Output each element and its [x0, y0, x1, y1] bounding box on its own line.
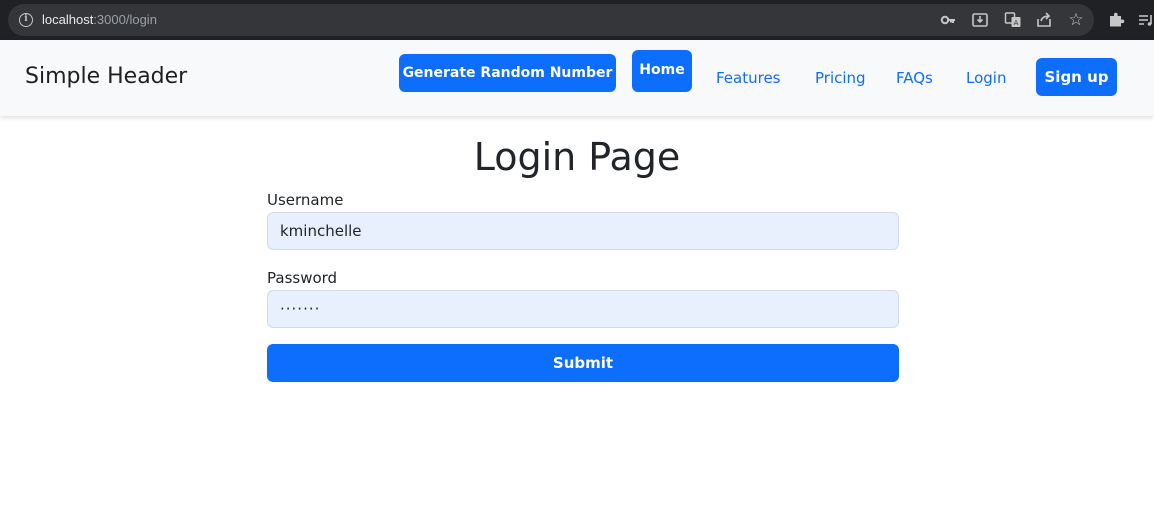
address-bar[interactable]	[8, 4, 1094, 36]
nav-link-features[interactable]: Features	[716, 68, 781, 88]
nav-link-faqs[interactable]: FAQs	[896, 68, 933, 88]
browser-toolbar: i localhost:3000/login A ☆	[0, 0, 1154, 40]
password-input[interactable]: ·······	[267, 290, 899, 328]
username-input[interactable]: kminchelle	[267, 212, 899, 250]
submit-button[interactable]: Submit	[267, 344, 899, 382]
password-label: Password	[267, 269, 338, 287]
brand-title[interactable]: Simple Header	[25, 62, 187, 92]
translate-icon[interactable]: A	[1003, 10, 1023, 30]
url-text[interactable]: localhost:3000/login	[42, 11, 157, 29]
page-title: Login Page	[473, 135, 681, 179]
home-button[interactable]: Home	[632, 50, 692, 92]
install-app-icon[interactable]	[970, 10, 990, 30]
extensions-icon[interactable]	[1106, 10, 1126, 30]
key-icon[interactable]	[939, 10, 957, 30]
nav-link-pricing[interactable]: Pricing	[815, 68, 866, 88]
url-host: localhost	[42, 12, 94, 27]
generate-random-number-button[interactable]: Generate Random Number	[399, 54, 616, 92]
signup-button[interactable]: Sign up	[1036, 58, 1117, 96]
share-icon[interactable]	[1034, 10, 1054, 30]
nav-link-login[interactable]: Login	[966, 68, 1006, 88]
bookmark-star-icon[interactable]: ☆	[1066, 10, 1086, 30]
reading-list-icon[interactable]	[1138, 10, 1154, 30]
url-path: :3000/login	[93, 12, 157, 27]
site-info-icon[interactable]: i	[19, 13, 33, 27]
username-label: Username	[267, 191, 344, 209]
svg-text:A: A	[1014, 19, 1019, 27]
